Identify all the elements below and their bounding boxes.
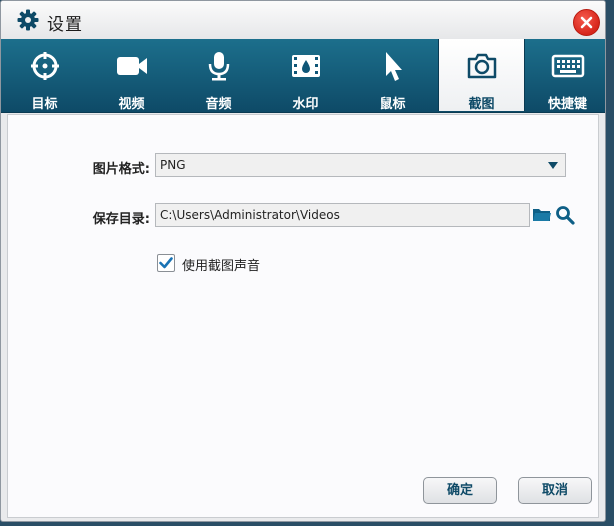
image-format-value: PNG (160, 158, 186, 172)
keyboard-icon (551, 54, 584, 78)
close-button[interactable] (573, 9, 600, 36)
tab-label: 目标 (31, 97, 58, 112)
video-camera-icon (116, 57, 147, 75)
folder-open-icon[interactable] (532, 204, 552, 228)
gear-icon (17, 9, 39, 31)
cancel-button[interactable]: 取消 (518, 477, 592, 504)
settings-window: 设置 目标 视频 音频 水印 鼠标 截图 快捷键 图片格式: PNG 保存目录:… (0, 0, 606, 522)
save-directory-value: C:\Users\Administrator\Videos (160, 208, 340, 222)
tab-label: 快捷键 (547, 97, 587, 112)
tab-hotkeys[interactable]: 快捷键 (524, 39, 605, 112)
save-directory-label: 保存目录: (92, 212, 150, 227)
watermark-icon (291, 55, 320, 77)
image-format-label: 图片格式: (92, 162, 150, 177)
checkmark-icon (159, 257, 173, 269)
tab-video[interactable]: 视频 (88, 39, 175, 112)
close-icon (580, 16, 593, 29)
tab-label: 截图 (468, 97, 495, 112)
tab-mouse[interactable]: 鼠标 (349, 39, 436, 112)
target-icon (30, 52, 59, 80)
tab-watermark[interactable]: 水印 (262, 39, 349, 112)
tab-label: 鼠标 (379, 97, 406, 112)
window-title: 设置 (47, 15, 83, 35)
screenshot-sound-label: 使用截图声音 (182, 259, 261, 274)
image-format-dropdown[interactable]: PNG (155, 153, 566, 177)
tab-screenshot[interactable]: 截图 (438, 39, 525, 112)
screenshot-sound-checkbox[interactable] (157, 254, 175, 272)
save-directory-input[interactable]: C:\Users\Administrator\Videos (155, 203, 530, 227)
tab-target[interactable]: 目标 (1, 39, 88, 112)
tab-label: 音频 (205, 97, 232, 112)
screenshot-settings-panel: 图片格式: PNG 保存目录: C:\Users\Administrator\V… (7, 114, 599, 518)
microphone-icon (208, 52, 229, 81)
tab-audio[interactable]: 音频 (175, 39, 262, 112)
tab-bar: 目标 视频 音频 水印 鼠标 截图 快捷键 (1, 39, 605, 113)
title-bar[interactable]: 设置 (1, 1, 605, 39)
camera-icon (467, 53, 496, 79)
tab-label: 视频 (118, 97, 145, 112)
ok-button[interactable]: 确定 (423, 477, 497, 504)
chevron-down-icon (548, 162, 558, 169)
mouse-pointer-icon (385, 52, 402, 81)
tab-label: 水印 (292, 97, 319, 112)
search-icon[interactable] (555, 205, 575, 229)
